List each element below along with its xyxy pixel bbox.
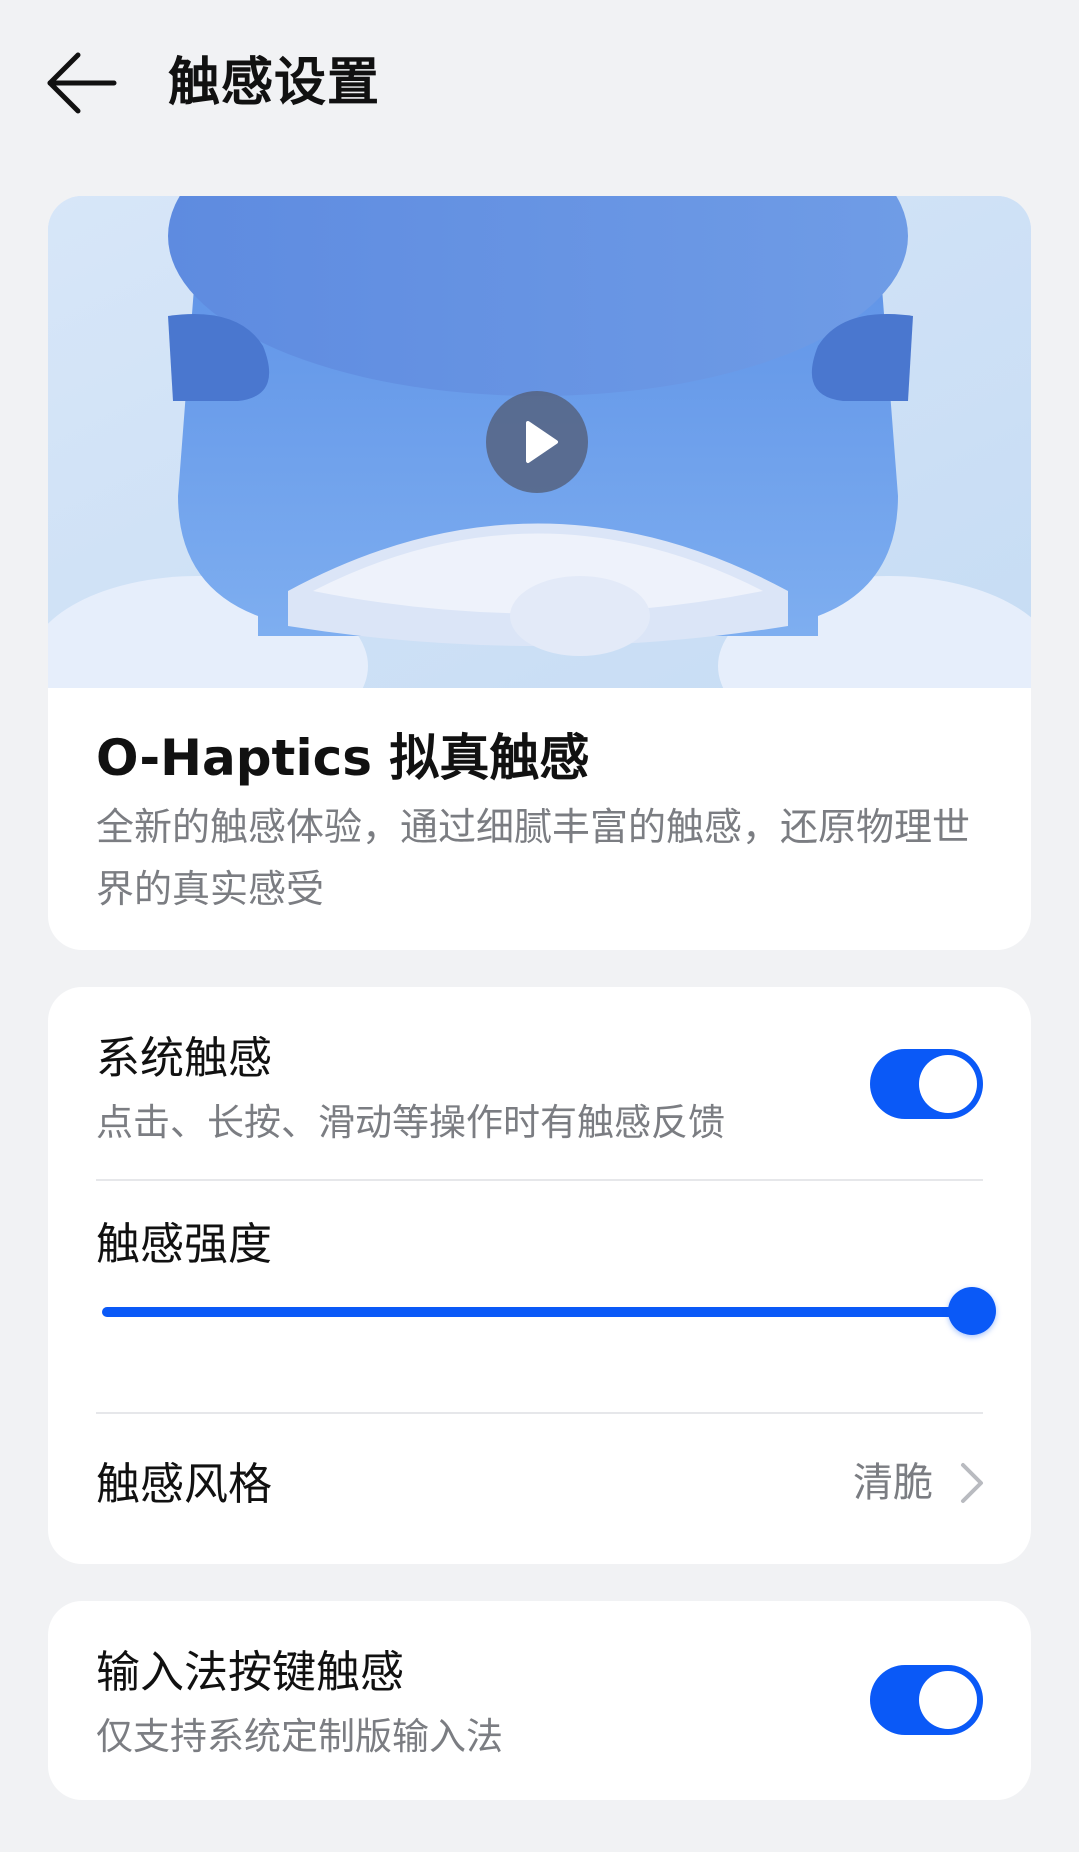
- top-bar: 触感设置: [0, 0, 1079, 170]
- back-button[interactable]: [44, 48, 120, 118]
- slider-thumb[interactable]: [948, 1287, 996, 1335]
- system-haptics-subtitle: 点击、长按、滑动等操作时有触感反馈: [96, 1101, 725, 1144]
- style-value: 清脆: [853, 1460, 933, 1506]
- toggle-knob: [919, 1671, 977, 1729]
- hero-title: O-Haptics 拟真触感: [96, 729, 590, 787]
- ime-haptics-card: 输入法按键触感 仅支持系统定制版输入法: [48, 1601, 1031, 1800]
- ime-haptics-toggle[interactable]: [870, 1665, 983, 1735]
- slider-fill: [102, 1307, 972, 1317]
- system-haptics-toggle[interactable]: [870, 1049, 983, 1119]
- page-title: 触感设置: [168, 53, 381, 113]
- hero-video-preview[interactable]: [48, 196, 1031, 688]
- hero-description: 全新的触感体验，通过细腻丰富的触感，还原物理世界的真实感受: [96, 805, 971, 911]
- haptic-style-row[interactable]: 触感风格 清脆: [48, 1407, 1031, 1562]
- haptics-settings-card: 系统触感 点击、长按、滑动等操作时有触感反馈 触感强度 触感风格 清脆: [48, 987, 1031, 1564]
- toggle-knob: [919, 1055, 977, 1113]
- play-icon: [526, 421, 558, 463]
- intensity-title: 触感强度: [96, 1219, 272, 1270]
- divider: [96, 1179, 983, 1181]
- system-haptics-title: 系统触感: [96, 1033, 272, 1084]
- play-button[interactable]: [486, 391, 588, 493]
- o-haptics-card: O-Haptics 拟真触感 全新的触感体验，通过细腻丰富的触感，还原物理世界的…: [48, 196, 1031, 950]
- arrow-left-icon: [47, 52, 117, 114]
- chevron-right-icon: [961, 1463, 983, 1503]
- ime-haptics-title: 输入法按键触感: [96, 1647, 404, 1698]
- ime-haptics-subtitle: 仅支持系统定制版输入法: [96, 1715, 503, 1758]
- intensity-slider[interactable]: [102, 1287, 996, 1337]
- style-title: 触感风格: [96, 1459, 272, 1510]
